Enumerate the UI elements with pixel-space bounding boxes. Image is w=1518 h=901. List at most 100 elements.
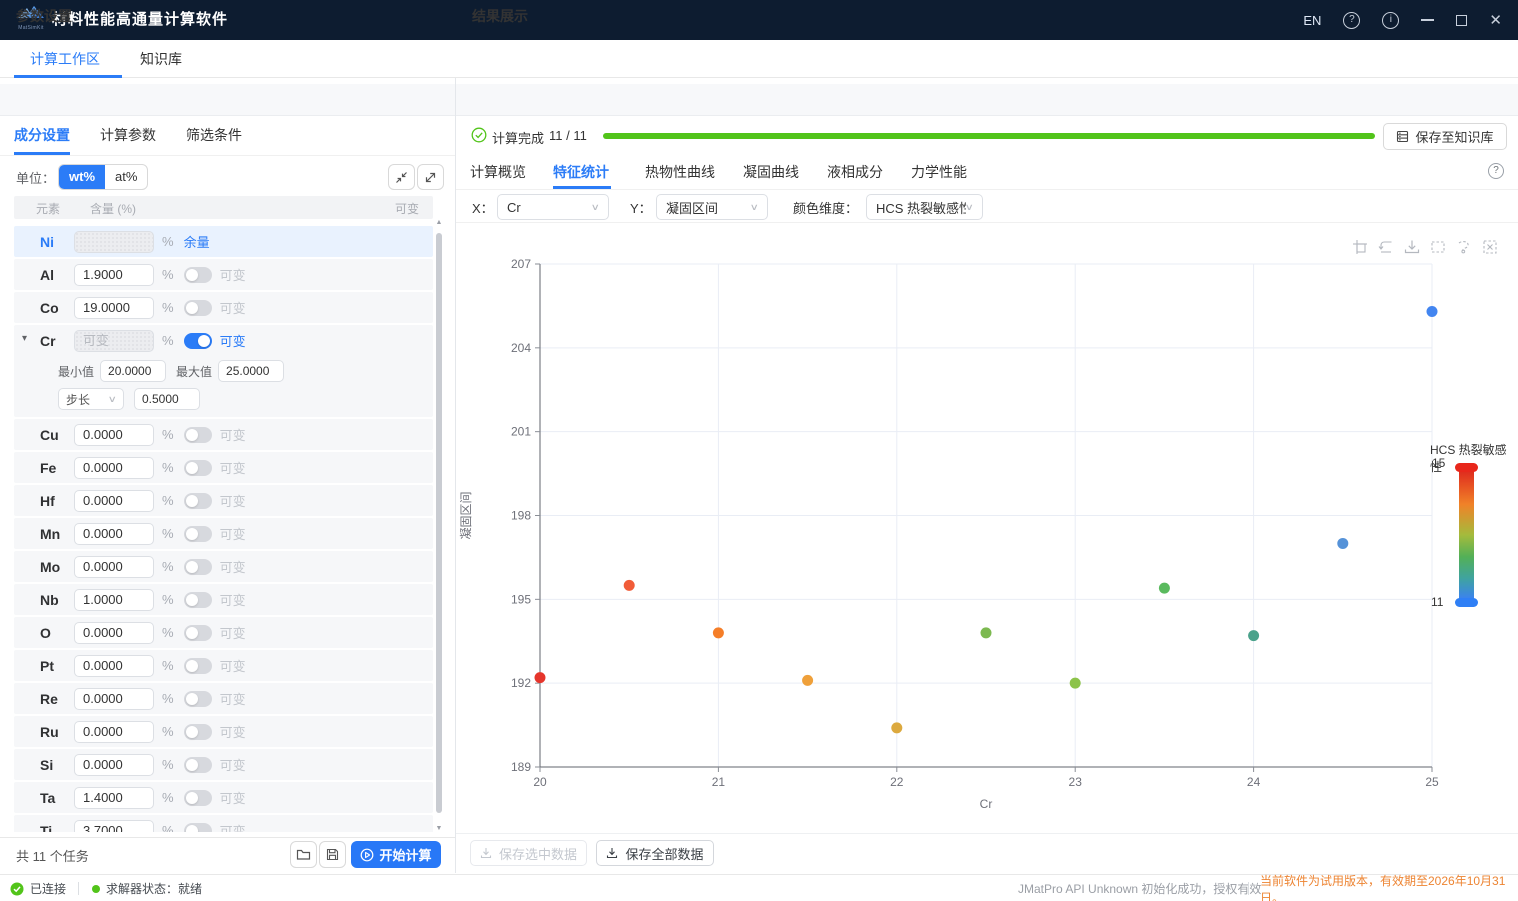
scroll-up-icon[interactable]: ▲ <box>435 219 443 226</box>
svg-text:Cr: Cr <box>980 797 993 811</box>
step-value-input[interactable] <box>134 388 200 410</box>
step-mode-select[interactable]: 步长∨ <box>58 388 124 410</box>
left-panel-title: 参数设置 <box>16 0 72 32</box>
maximize-button[interactable] <box>1456 15 1467 26</box>
tab-calc-params[interactable]: 计算参数 <box>100 116 156 155</box>
toggle-knob <box>186 429 198 441</box>
tab-thermophysical-curves[interactable]: 热物性曲线 <box>645 155 715 189</box>
toggle-knob <box>186 759 198 771</box>
color-dimension-select[interactable]: HCS 热裂敏感性 ∨ <box>866 194 983 220</box>
max-value-input[interactable] <box>218 360 284 382</box>
variable-toggle[interactable] <box>184 427 212 443</box>
language-switch[interactable]: EN <box>1303 13 1321 28</box>
tab-liquid-composition[interactable]: 液相成分 <box>827 155 883 189</box>
element-content-input[interactable] <box>74 523 154 545</box>
save-config-button[interactable] <box>319 841 346 868</box>
variable-toggle[interactable] <box>184 625 212 641</box>
svg-text:21: 21 <box>712 775 726 789</box>
scroll-down-icon[interactable]: ▼ <box>435 825 443 832</box>
element-content-input[interactable] <box>74 457 154 479</box>
scatter-point[interactable] <box>1159 583 1170 594</box>
element-list-scrollbar[interactable]: ▲ ▼ <box>434 219 444 832</box>
save-to-knowledge-base-button[interactable]: 保存至知识库 <box>1383 123 1507 150</box>
save-all-data-button[interactable]: 保存全部数据 <box>596 840 714 866</box>
variable-toggle[interactable] <box>184 493 212 509</box>
color-dimension-label: 颜色维度： <box>793 198 858 217</box>
variable-toggle[interactable] <box>184 526 212 542</box>
element-content-input[interactable] <box>74 721 154 743</box>
min-value-input[interactable] <box>100 360 166 382</box>
element-content-input[interactable] <box>74 297 154 319</box>
tab-knowledge-base[interactable]: 知识库 <box>140 40 182 78</box>
variable-toggle[interactable] <box>184 460 212 476</box>
variable-toggle[interactable] <box>184 559 212 575</box>
variable-toggle[interactable] <box>184 724 212 740</box>
variable-toggle[interactable] <box>184 658 212 674</box>
variable-toggle[interactable] <box>184 757 212 773</box>
scatter-point[interactable] <box>535 672 546 683</box>
tab-workspace[interactable]: 计算工作区 <box>30 40 100 78</box>
chart-help-icon[interactable]: ? <box>1488 163 1504 179</box>
element-content-input[interactable] <box>74 622 154 644</box>
app-window: MatSimKit 材料性能高通量计算软件 EN ? i ✕ 计算工作区 知识库… <box>0 0 1518 901</box>
help-icon[interactable]: ? <box>1343 12 1360 29</box>
tab-feature-statistics[interactable]: 特征统计 <box>553 155 609 189</box>
open-file-button[interactable] <box>290 841 317 868</box>
variable-toggle[interactable] <box>184 592 212 608</box>
unit-wt-button[interactable]: wt% <box>59 165 105 189</box>
element-content-input[interactable] <box>74 787 154 809</box>
variable-toggle[interactable] <box>184 300 212 316</box>
colorbar-gradient[interactable] <box>1459 471 1474 599</box>
tab-solidification-curves[interactable]: 凝固曲线 <box>743 155 799 189</box>
element-content-input[interactable] <box>74 264 154 286</box>
variable-toggle[interactable] <box>184 691 212 707</box>
variable-toggle[interactable] <box>184 790 212 806</box>
minimize-button[interactable] <box>1421 19 1434 21</box>
scrollbar-thumb[interactable] <box>436 233 442 813</box>
element-content-input[interactable] <box>74 330 154 352</box>
scatter-point[interactable] <box>713 627 724 638</box>
element-content-input[interactable] <box>74 754 154 776</box>
scatter-point[interactable] <box>891 722 902 733</box>
connected-check-icon <box>10 882 24 896</box>
y-axis-label: Y： <box>630 198 652 217</box>
start-calculation-button[interactable]: 开始计算 <box>351 841 441 868</box>
collapse-all-button[interactable] <box>388 164 415 190</box>
col-variable: 可变 <box>395 200 419 217</box>
y-axis-select[interactable]: 凝固区间 ∨ <box>656 194 768 220</box>
variable-toggle[interactable] <box>184 267 212 283</box>
variable-toggle[interactable] <box>184 823 212 833</box>
tab-composition[interactable]: 成分设置 <box>14 116 70 155</box>
element-content-input[interactable] <box>74 556 154 578</box>
scatter-point[interactable] <box>1427 306 1438 317</box>
tab-filter-criteria[interactable]: 筛选条件 <box>186 116 242 155</box>
expand-button[interactable] <box>417 164 444 190</box>
scatter-point[interactable] <box>981 627 992 638</box>
max-label: 最大值 <box>176 363 212 380</box>
element-content-input[interactable] <box>74 688 154 710</box>
scatter-point[interactable] <box>624 580 635 591</box>
variable-toggle[interactable] <box>184 333 212 349</box>
element-content-input[interactable] <box>74 490 154 512</box>
scatter-point[interactable] <box>1337 538 1348 549</box>
unit-at-button[interactable]: at% <box>105 165 147 189</box>
element-content-input[interactable] <box>74 424 154 446</box>
info-icon[interactable]: i <box>1382 12 1399 29</box>
colorbar-handle-bottom[interactable] <box>1455 598 1478 607</box>
element-content-input[interactable] <box>74 820 154 833</box>
element-content-input[interactable] <box>74 589 154 611</box>
tab-calc-overview[interactable]: 计算概览 <box>470 155 526 189</box>
colorbar-handle-top[interactable] <box>1455 463 1478 472</box>
scatter-point[interactable] <box>1248 630 1259 641</box>
element-content-input[interactable] <box>74 231 154 253</box>
save-selected-data-button[interactable]: 保存选中数据 <box>470 840 587 866</box>
folder-icon <box>296 848 311 861</box>
scatter-point[interactable] <box>802 675 813 686</box>
x-axis-select[interactable]: Cr ∨ <box>497 194 609 220</box>
save-all-data-label: 保存全部数据 <box>625 844 703 863</box>
caret-down-icon[interactable]: ▾ <box>22 333 27 344</box>
close-button[interactable]: ✕ <box>1489 13 1502 28</box>
element-content-input[interactable] <box>74 655 154 677</box>
tab-mechanical-properties[interactable]: 力学性能 <box>911 155 967 189</box>
scatter-point[interactable] <box>1070 678 1081 689</box>
